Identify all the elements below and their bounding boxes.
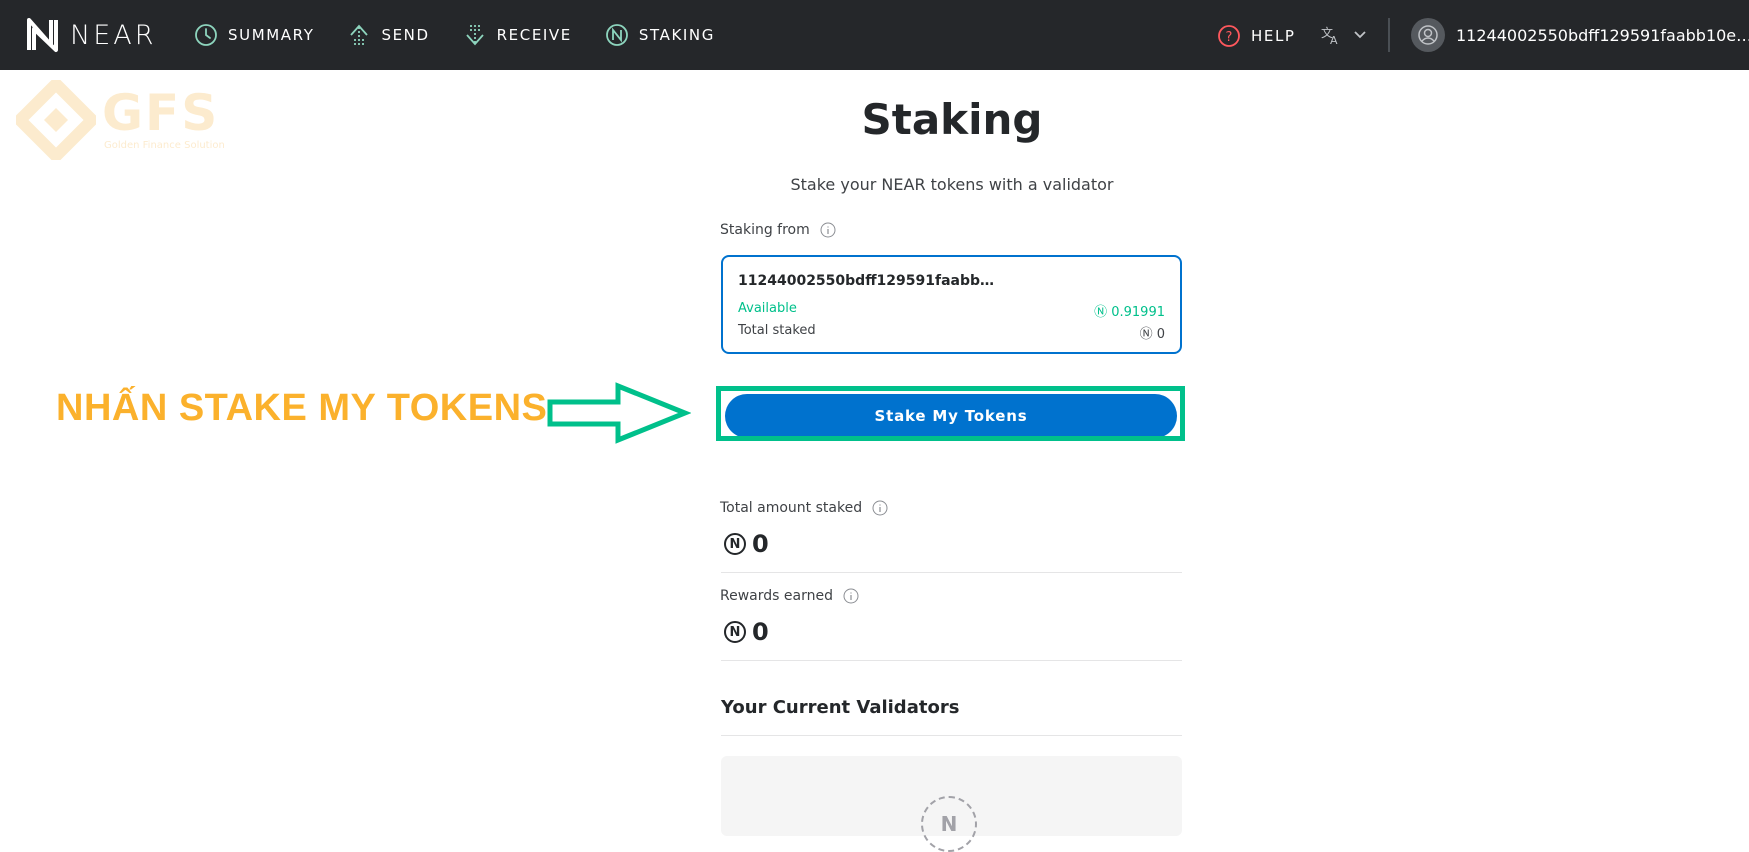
page-title: Staking: [861, 95, 1043, 144]
total-amount-row: N 0: [724, 530, 769, 558]
divider: [721, 660, 1182, 661]
info-icon[interactable]: [820, 222, 836, 238]
near-placeholder-icon: N: [921, 796, 977, 852]
rewards-label-row: Rewards earned: [720, 588, 859, 604]
help-label: HELP: [1251, 27, 1296, 45]
clock-icon: [195, 24, 217, 46]
receive-icon: [465, 25, 484, 46]
total-staked-label: Total staked: [738, 323, 816, 338]
question-icon: ?: [1218, 25, 1240, 47]
validators-empty-state: N: [721, 756, 1182, 852]
divider: [721, 572, 1182, 573]
nav-staking[interactable]: STAKING: [605, 23, 715, 47]
total-amount-value: 0: [752, 530, 769, 558]
available-label: Available: [738, 301, 797, 316]
annotation-highlight-box: [716, 386, 1185, 441]
near-icon: [605, 24, 628, 46]
nav-summary[interactable]: SUMMARY: [194, 23, 314, 47]
translate-icon: 文 A: [1321, 25, 1338, 46]
staking-from-label-row: Staking from: [720, 222, 836, 238]
near-symbol-icon: N: [724, 621, 746, 643]
info-icon[interactable]: [872, 500, 888, 516]
brand-name: NEAR: [70, 19, 157, 51]
svg-text:?: ?: [1226, 30, 1233, 45]
rewards-label: Rewards earned: [720, 588, 833, 604]
chevron-down-icon: [1354, 31, 1366, 39]
page-subtitle: Stake your NEAR tokens with a validator: [790, 175, 1114, 194]
total-amount-label: Total amount staked: [720, 500, 863, 516]
send-icon: [350, 24, 369, 45]
card-account-id: 11244002550bdff129591faabb10e...: [738, 273, 998, 289]
svg-text:A: A: [1330, 34, 1338, 46]
header-divider: [1388, 18, 1390, 52]
divider: [721, 735, 1182, 736]
staking-from-label: Staking from: [720, 222, 810, 238]
nav-summary-label: SUMMARY: [228, 26, 315, 44]
top-navigation-bar: NEAR SUMMARY SEND RECEIVE STAKING ? HELP…: [0, 0, 1749, 70]
annotation-text: NHẤN STAKE MY TOKENS: [56, 387, 548, 429]
nav-receive[interactable]: RECEIVE: [463, 23, 572, 47]
near-logo-icon: [27, 18, 58, 52]
account-id: 11244002550bdff129591faabb10e81...: [1456, 25, 1749, 45]
language-selector[interactable]: 文 A: [1320, 24, 1368, 46]
account-menu[interactable]: 11244002550bdff129591faabb10e81...: [1411, 18, 1749, 52]
avatar: [1411, 18, 1445, 52]
near-symbol-icon: N: [724, 533, 746, 555]
validators-title: Your Current Validators: [721, 697, 960, 718]
nav-send-label: SEND: [381, 26, 430, 44]
total-amount-label-row: Total amount staked: [720, 500, 888, 516]
user-icon: [1418, 25, 1438, 45]
info-icon[interactable]: [843, 588, 859, 604]
rewards-row: N 0: [724, 618, 769, 646]
main-nav: SUMMARY SEND RECEIVE STAKING: [194, 0, 748, 70]
help-button[interactable]: ? HELP: [1217, 24, 1296, 48]
nav-send[interactable]: SEND: [347, 23, 429, 47]
rewards-value: 0: [752, 618, 769, 646]
nav-staking-label: STAKING: [638, 26, 715, 44]
nav-receive-label: RECEIVE: [496, 26, 572, 44]
staking-account-card[interactable]: 11244002550bdff129591faabb10e... Availab…: [721, 255, 1182, 354]
annotation-arrow-icon: [547, 382, 691, 444]
near-logo[interactable]: NEAR: [26, 17, 157, 53]
total-staked-value: Ⓝ 0: [1139, 327, 1165, 342]
available-value: Ⓝ 0.91991: [1094, 305, 1165, 320]
